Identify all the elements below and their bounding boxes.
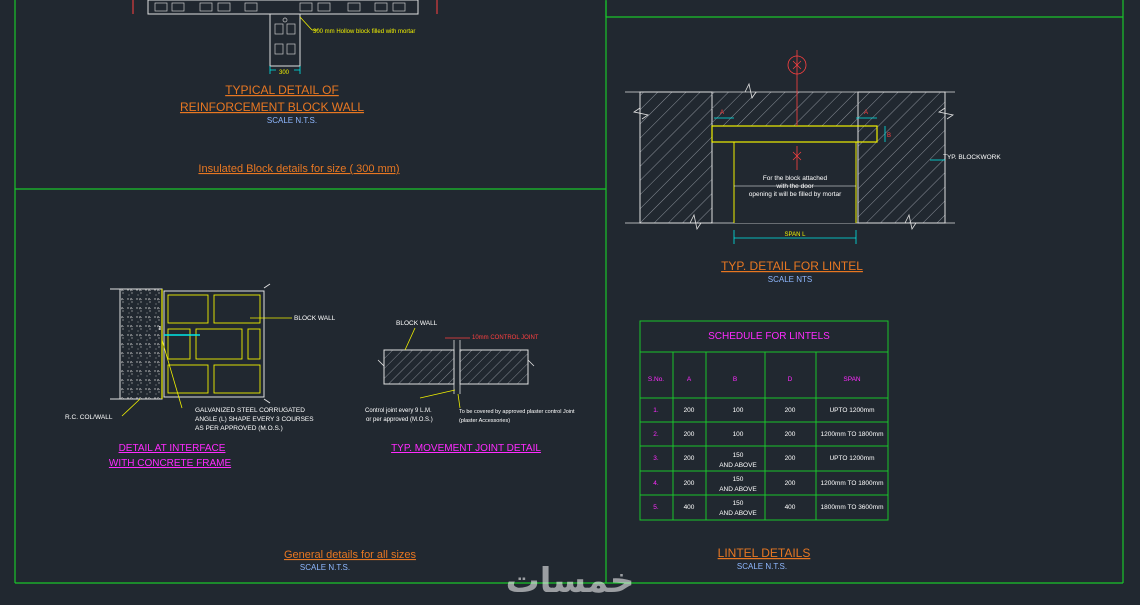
cell-d: 400	[785, 504, 796, 511]
door-note-3: opening it will be filled by mortar	[749, 191, 842, 198]
cell-sno: 4.	[653, 480, 659, 487]
movement-control-joint-label: 10mm CONTROL JOINT	[472, 335, 539, 341]
cell-d: 200	[785, 480, 796, 487]
table-row: 4. 200 150 AND ABOVE 200 1200mm TO 1800m…	[653, 476, 883, 493]
door-note-2: with the door	[775, 183, 814, 190]
lintel-dim-b: B	[887, 133, 891, 139]
cell-a: 200	[684, 431, 695, 438]
lintel-detail-scale: SCALE NTS	[768, 275, 812, 284]
watermark-logo: خمسات	[506, 561, 635, 601]
schedule-header-row: S.No. A B D SPAN	[648, 376, 861, 383]
cell-b: 150	[733, 452, 744, 459]
cell-b: 100	[733, 431, 744, 438]
cell-sno: 5.	[653, 504, 659, 511]
cell-b: 150	[733, 476, 744, 483]
cell-span: 1200mm TO 1800mm	[821, 431, 884, 438]
reinforcement-title-line2: REINFORCEMENT BLOCK WALL	[180, 100, 364, 114]
interface-title-line1: DETAIL AT INTERFACE	[119, 443, 226, 454]
table-row: 5. 400 150 AND ABOVE 400 1800mm TO 3600m…	[653, 500, 883, 517]
lintel-details-scale: SCALE N.T.S.	[737, 562, 787, 571]
cell-a: 200	[684, 455, 695, 462]
header-a: A	[687, 376, 692, 383]
table-row: 2. 200 100 200 1200mm TO 1800mm	[653, 431, 883, 438]
cell-b: 100	[733, 407, 744, 414]
lintel-schedule-table	[639, 320, 889, 521]
reinforcement-scale: SCALE N.T.S.	[267, 116, 317, 125]
header-b: B	[733, 376, 737, 383]
cell-d: 200	[785, 455, 796, 462]
cell-span: UPTO 1200mm	[829, 455, 874, 462]
cell-span: 1200mm TO 1800mm	[821, 480, 884, 487]
door-note-1: For the block attached	[763, 175, 828, 182]
cell-a: 200	[684, 407, 695, 414]
interface-rc-col-label: R.C. COL/WALL	[65, 414, 113, 421]
movement-note-right-1: To be covered by approved plaster contro…	[459, 409, 575, 415]
cell-a: 400	[684, 504, 695, 511]
lintel-dim-a-right: A	[864, 110, 868, 116]
general-details-scale: SCALE N.T.S.	[300, 563, 350, 572]
schedule-rows: 1. 200 100 200 UPTO 1200mm 2. 200 100 20…	[653, 407, 883, 517]
typ-blockwork-label: TYP. BLOCKWORK	[943, 154, 1001, 161]
reinforcement-title-line1: TYPICAL DETAIL OF	[225, 83, 339, 97]
general-details-title: General details for all sizes	[284, 549, 417, 561]
hollow-block-note: 300 mm Hollow block filled with mortar	[313, 29, 415, 35]
cell-d: 200	[785, 407, 796, 414]
lintel-detail-title: TYP. DETAIL FOR LINTEL	[721, 259, 863, 273]
movement-note-left-2: or per approved (M.O.S.)	[366, 417, 433, 423]
movement-note-right-2: (plaster Accessories)	[459, 418, 510, 424]
movement-note-left-1: Control joint every 9 L.M.	[365, 408, 432, 414]
interface-block-wall-label: BLOCK WALL	[294, 315, 336, 322]
span-label: SPAN L	[785, 232, 807, 238]
interface-angle-note-2: ANGLE (L) SHAPE EVERY 3 COURSES	[195, 416, 314, 423]
header-span: SPAN	[843, 376, 861, 383]
movement-title: TYP. MOVEMENT JOINT DETAIL	[391, 443, 541, 454]
cell-d: 200	[785, 431, 796, 438]
cell-span: 1800mm TO 3600mm	[821, 504, 884, 511]
table-row: 1. 200 100 200 UPTO 1200mm	[653, 407, 874, 414]
lintel-detail-drawing	[625, 50, 955, 244]
table-row: 3. 200 150 AND ABOVE 200 UPTO 1200mm	[653, 452, 874, 469]
reinforcement-block-wall-drawing	[132, 0, 438, 76]
cell-b-sub: AND ABOVE	[719, 486, 757, 493]
schedule-title: SCHEDULE FOR LINTELS	[708, 331, 830, 342]
cell-sno: 2.	[653, 431, 659, 438]
cad-drawing-canvas: 300 mm Hollow block filled with mortar 3…	[14, 0, 1124, 601]
interface-angle-note-3: AS PER APPROVED (M.O.S.)	[195, 425, 283, 432]
insulated-block-title: Insulated Block details for size ( 300 m…	[198, 163, 399, 175]
header-d: D	[788, 376, 793, 383]
lintel-dim-a-left: A	[720, 110, 724, 116]
cell-b: 150	[733, 500, 744, 507]
interface-detail-drawing	[110, 283, 292, 417]
interface-angle-note-1: GALVANIZED STEEL CORRUGATED	[195, 407, 305, 414]
lintel-details-title: LINTEL DETAILS	[718, 546, 811, 560]
cell-span: UPTO 1200mm	[829, 407, 874, 414]
cell-sno: 1.	[653, 407, 659, 414]
cell-sno: 3.	[653, 455, 659, 462]
interface-title-line2: WITH CONCRETE FRAME	[109, 458, 232, 469]
movement-block-wall-label: BLOCK WALL	[396, 320, 438, 327]
cell-a: 200	[684, 480, 695, 487]
cell-b-sub: AND ABOVE	[719, 510, 757, 517]
dim-label-300: 300	[279, 70, 290, 76]
header-sno: S.No.	[648, 376, 664, 383]
cell-b-sub: AND ABOVE	[719, 462, 757, 469]
